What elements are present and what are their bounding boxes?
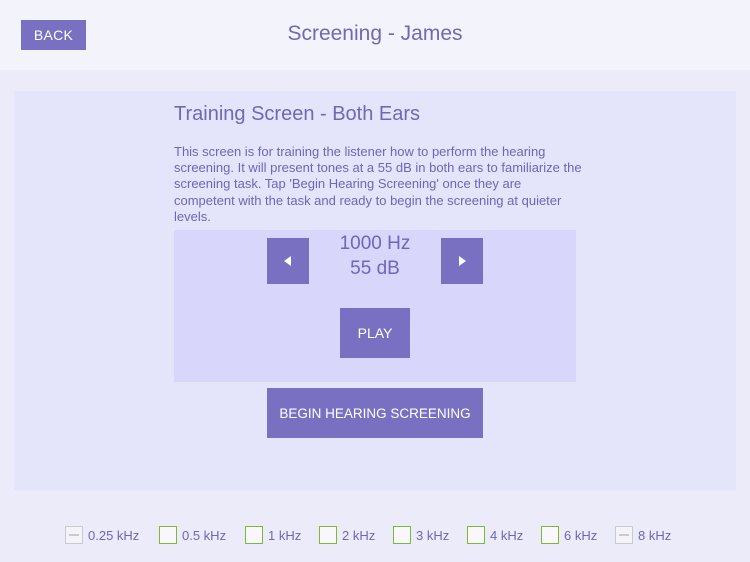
top-bar: BACK Screening - James xyxy=(0,0,750,70)
training-description: This screen is for training the listener… xyxy=(174,144,582,224)
frequency-label: 8 kHz xyxy=(638,527,672,543)
frequency-label: 4 kHz xyxy=(490,527,524,543)
checkbox[interactable] xyxy=(159,526,177,544)
checkbox[interactable] xyxy=(541,526,559,544)
checkbox[interactable] xyxy=(393,526,411,544)
checkbox[interactable] xyxy=(467,526,485,544)
checkbox[interactable] xyxy=(245,526,263,544)
frequency-item-0-5khz[interactable]: 0.5 kHz xyxy=(159,526,226,544)
frequency-checklist: 0.25 kHz 0.5 kHz 1 kHz 2 kHz 3 kHz 4 kHz… xyxy=(0,526,750,548)
frequency-label: 3 kHz xyxy=(416,527,450,543)
frequency-item-1khz[interactable]: 1 kHz xyxy=(245,526,301,544)
frequency-label: 2 kHz xyxy=(342,527,376,543)
frequency-item-8khz[interactable]: 8 kHz xyxy=(615,526,671,544)
frequency-label: 1 kHz xyxy=(268,527,302,543)
next-frequency-button[interactable] xyxy=(441,238,483,284)
level-value: 55 dB xyxy=(350,258,400,279)
previous-frequency-button[interactable] xyxy=(267,238,309,284)
frequency-value: 1000 Hz xyxy=(339,233,411,254)
frequency-item-2khz[interactable]: 2 kHz xyxy=(319,526,375,544)
training-heading: Training Screen - Both Ears xyxy=(174,103,421,125)
frequency-item-6khz[interactable]: 6 kHz xyxy=(541,526,597,544)
begin-hearing-screening-button[interactable]: BEGIN HEARING SCREENING xyxy=(267,388,483,438)
frequency-label: 0.25 kHz xyxy=(88,527,140,543)
checkbox-disabled[interactable] xyxy=(615,526,633,544)
frequency-label: 0.5 kHz xyxy=(182,527,227,543)
triangle-right-icon xyxy=(459,256,466,266)
triangle-left-icon xyxy=(284,256,291,266)
frequency-item-0-25khz[interactable]: 0.25 kHz xyxy=(65,526,139,544)
frequency-label: 6 kHz xyxy=(564,527,598,543)
checkbox[interactable] xyxy=(319,526,337,544)
page-title: Screening - James xyxy=(287,22,463,45)
checkbox-disabled[interactable] xyxy=(65,526,83,544)
frequency-item-3khz[interactable]: 3 kHz xyxy=(393,526,449,544)
play-button[interactable]: PLAY xyxy=(340,308,410,358)
frequency-item-4khz[interactable]: 4 kHz xyxy=(467,526,523,544)
